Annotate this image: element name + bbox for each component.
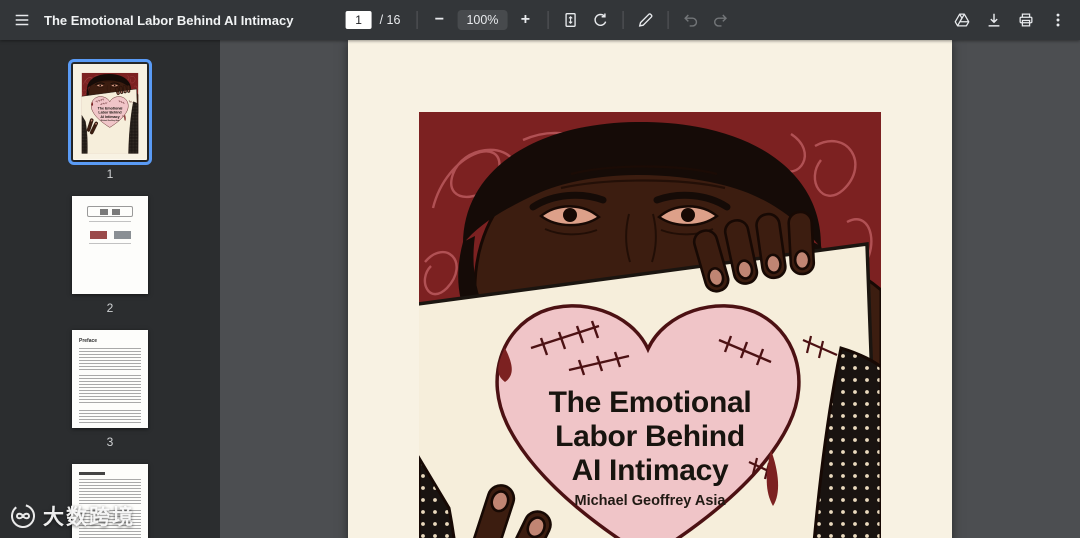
thumb-heading: Preface — [79, 338, 141, 344]
thumb-heading — [79, 472, 105, 475]
annotate-button[interactable] — [631, 6, 659, 34]
more-options-button[interactable] — [1044, 6, 1072, 34]
undo-icon — [681, 11, 699, 29]
page-thumbnail-2[interactable] — [72, 196, 148, 294]
thumb-graphic — [72, 231, 148, 239]
zoom-out-button[interactable]: − — [425, 6, 453, 34]
page-thumbnail-4[interactable] — [72, 464, 148, 538]
menu-icon — [13, 11, 31, 29]
thumb-graphic — [89, 221, 131, 222]
thumbnail-item-1: The Emotional Labor Behind AI Intimacy M… — [0, 64, 220, 181]
redo-button[interactable] — [706, 6, 734, 34]
fit-page-button[interactable] — [556, 6, 584, 34]
annotate-pen-icon — [636, 11, 654, 29]
redo-icon — [711, 11, 729, 29]
undo-button[interactable] — [676, 6, 704, 34]
thumb-text-lines — [79, 348, 141, 370]
download-icon — [985, 11, 1003, 29]
toolbar-divider — [547, 11, 548, 29]
menu-button[interactable] — [8, 6, 36, 34]
toolbar-divider — [622, 11, 623, 29]
page-thumbnail-3[interactable]: Preface — [72, 330, 148, 428]
rotate-button[interactable] — [586, 6, 614, 34]
toolbar-divider — [416, 11, 417, 29]
cover-title-line: Labor Behind — [348, 420, 952, 454]
thumb-text-lines — [79, 479, 141, 505]
zoom-in-button[interactable]: + — [511, 6, 539, 34]
page-thumbnail-1[interactable]: The Emotional Labor Behind AI Intimacy M… — [73, 64, 147, 160]
thumb-text-lines — [79, 375, 141, 405]
zoom-level: 100% — [457, 10, 507, 30]
book-cover-page: The Emotional Labor Behind AI Intimacy M… — [73, 64, 147, 160]
cover-title-line: AI Intimacy — [73, 115, 147, 119]
thumbnail-item-3: Preface 3 — [0, 330, 220, 449]
thumbnail-item-2: 2 — [0, 196, 220, 315]
rotate-icon — [591, 11, 609, 29]
page-number-input[interactable] — [346, 11, 372, 29]
pdf-viewport: The Emotional Labor Behind AI Intimacy M… — [220, 40, 1080, 538]
cover-title: The Emotional Labor Behind AI Intimacy — [348, 386, 952, 488]
cover-title-line: AI Intimacy — [348, 454, 952, 488]
thumb-graphic — [89, 243, 131, 244]
cover-author: Michael Geoffrey Asia — [348, 493, 952, 509]
cover-author: Michael Geoffrey Asia — [73, 119, 147, 121]
thumbnail-page-number: 2 — [107, 301, 114, 315]
more-options-icon — [1049, 11, 1067, 29]
print-icon — [1017, 11, 1035, 29]
toolbar-divider — [667, 11, 668, 29]
thumbnail-page-number: 1 — [107, 167, 114, 181]
download-button[interactable] — [980, 6, 1008, 34]
pdf-toolbar: The Emotional Labor Behind AI Intimacy /… — [0, 0, 1080, 40]
thumbnail-page-number: 3 — [107, 435, 114, 449]
cover-title-line: The Emotional — [348, 386, 952, 420]
thumb-graphic — [87, 206, 133, 217]
thumbnail-sidebar: The Emotional Labor Behind AI Intimacy M… — [0, 40, 220, 538]
fit-page-icon — [561, 11, 579, 29]
thumbnail-item-4: 4 — [0, 464, 220, 538]
drive-icon — [953, 11, 971, 29]
pdf-page-1: The Emotional Labor Behind AI Intimacy M… — [348, 40, 952, 538]
drive-button[interactable] — [948, 6, 976, 34]
book-cover-page: The Emotional Labor Behind AI Intimacy M… — [348, 40, 952, 538]
cover-title: The Emotional Labor Behind AI Intimacy — [73, 106, 147, 118]
document-title: The Emotional Labor Behind AI Intimacy — [44, 13, 293, 28]
page-count-label: / 16 — [380, 13, 401, 27]
thumb-text-lines — [79, 410, 141, 423]
print-button[interactable] — [1012, 6, 1040, 34]
thumb-text-lines — [79, 510, 141, 538]
